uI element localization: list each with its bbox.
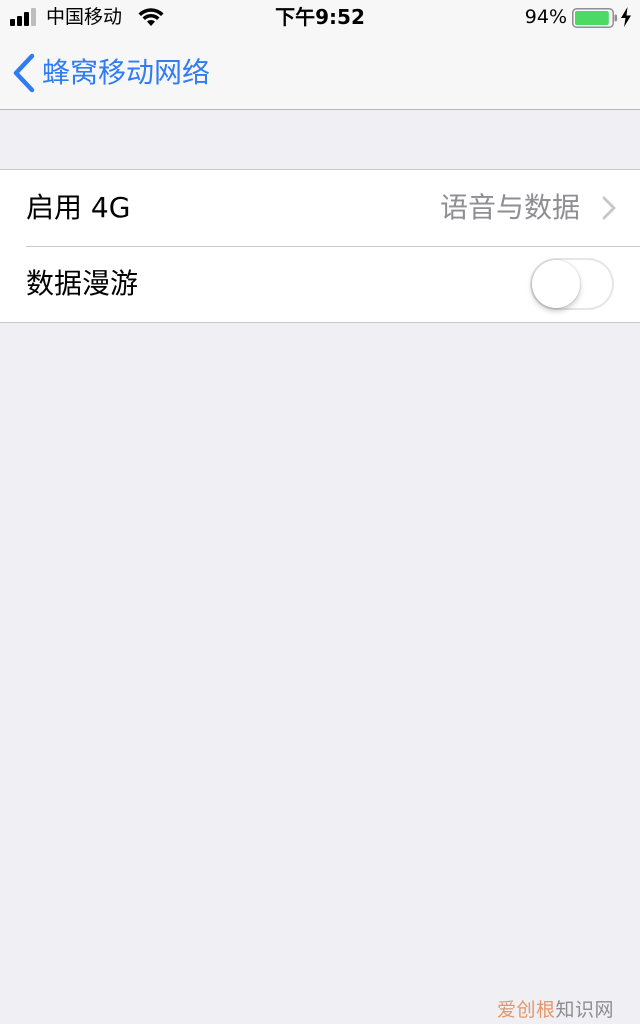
- chevron-left-icon: [13, 53, 35, 93]
- cellular-settings-group: 启用 4G 语音与数据 数据漫游: [0, 169, 640, 323]
- battery-level-fill: [575, 11, 609, 25]
- enable-4g-value: 语音与数据: [439, 191, 580, 224]
- toggle-knob: [532, 260, 580, 308]
- watermark-text: 知识网: [555, 999, 614, 1021]
- data-roaming-row: 数据漫游: [0, 246, 640, 322]
- back-button-label: 蜂窝移动网络: [42, 56, 211, 89]
- chevron-right-icon: [602, 196, 616, 220]
- back-button[interactable]: 蜂窝移动网络: [12, 50, 210, 96]
- watermark-accent-text: 爱创根: [496, 999, 556, 1021]
- data-roaming-toggle[interactable]: [530, 258, 614, 310]
- battery-percentage: 94%: [524, 6, 567, 28]
- battery-icon: [572, 8, 617, 28]
- enable-4g-row[interactable]: 启用 4G 语音与数据: [0, 170, 640, 246]
- screen: 中国移动 下午9:52 94% 蜂窝移动网络 启用 4G 语音与数据 数据漫游 …: [0, 0, 640, 1024]
- navigation-bar: 蜂窝移动网络: [0, 36, 640, 110]
- watermark: 爱创根知识网: [497, 998, 614, 1022]
- data-roaming-label: 数据漫游: [26, 267, 139, 300]
- charging-bolt-icon: [621, 7, 631, 27]
- enable-4g-label: 启用 4G: [26, 191, 131, 224]
- status-bar: 中国移动 下午9:52 94%: [0, 0, 640, 36]
